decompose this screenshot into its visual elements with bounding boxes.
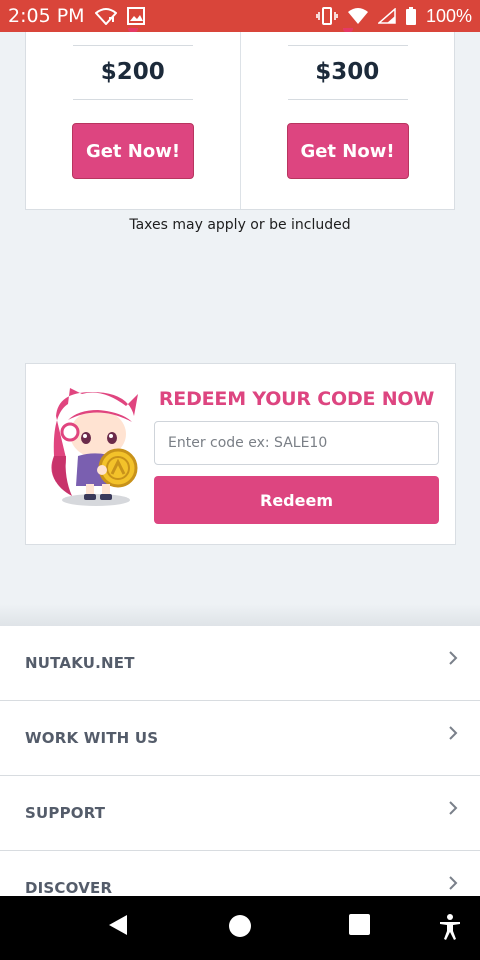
battery-icon: [405, 7, 416, 25]
system-nav-bar: [0, 896, 480, 960]
footer-item-work-with-us[interactable]: WORK WITH US: [0, 701, 480, 776]
footer-menu: NUTAKU.NET WORK WITH US SUPPORT DISCOVER: [0, 626, 480, 896]
wifi-calling-icon: [94, 7, 117, 25]
vibrate-icon: [316, 7, 338, 25]
price-card: $200 Get Now!: [26, 28, 240, 209]
photo-icon: [126, 7, 145, 25]
footer-item-label: SUPPORT: [25, 804, 106, 822]
footer-item-discover[interactable]: DISCOVER: [0, 851, 480, 896]
recents-icon[interactable]: [349, 914, 370, 940]
battery-percent: 100%: [425, 5, 472, 26]
footer-item-label: WORK WITH US: [25, 729, 159, 747]
price-card-accent: [342, 28, 353, 32]
footer-shadow: [0, 604, 480, 626]
home-icon[interactable]: [228, 914, 252, 943]
signal-icon: [377, 8, 396, 24]
redeem-panel: REDEEM YOUR CODE NOW Redeem: [25, 363, 456, 545]
chevron-right-icon: [448, 875, 458, 896]
mascot-image: [42, 386, 146, 510]
divider: [287, 99, 408, 100]
get-now-button[interactable]: Get Now!: [72, 123, 194, 179]
chevron-right-icon: [448, 800, 458, 821]
footer-item-nutaku[interactable]: NUTAKU.NET: [0, 626, 480, 701]
footer-item-label: DISCOVER: [25, 879, 113, 896]
footer-item-label: NUTAKU.NET: [25, 654, 135, 672]
tax-note: Taxes may apply or be included: [129, 217, 351, 233]
divider: [73, 99, 193, 100]
redeem-code-input[interactable]: [154, 421, 439, 465]
divider: [287, 45, 408, 46]
price-options-panel: $200 Get Now! $300 Get Now!: [25, 28, 455, 210]
status-bar: 2:05 PM 100%: [0, 0, 480, 32]
redeem-button[interactable]: Redeem: [154, 476, 439, 524]
accessibility-icon[interactable]: [439, 914, 461, 945]
wifi-icon: [347, 8, 368, 24]
back-icon[interactable]: [108, 914, 128, 941]
price-card-accent: [128, 28, 138, 32]
get-now-button[interactable]: Get Now!: [286, 123, 409, 179]
footer-item-support[interactable]: SUPPORT: [0, 776, 480, 851]
price-amount: $300: [315, 59, 380, 85]
price-amount: $200: [100, 59, 165, 85]
price-card: $300 Get Now!: [239, 28, 455, 209]
status-time: 2:05 PM: [8, 5, 85, 27]
chevron-right-icon: [448, 650, 458, 671]
redeem-title: REDEEM YOUR CODE NOW: [158, 388, 435, 410]
divider: [73, 45, 193, 46]
chevron-right-icon: [448, 725, 458, 746]
